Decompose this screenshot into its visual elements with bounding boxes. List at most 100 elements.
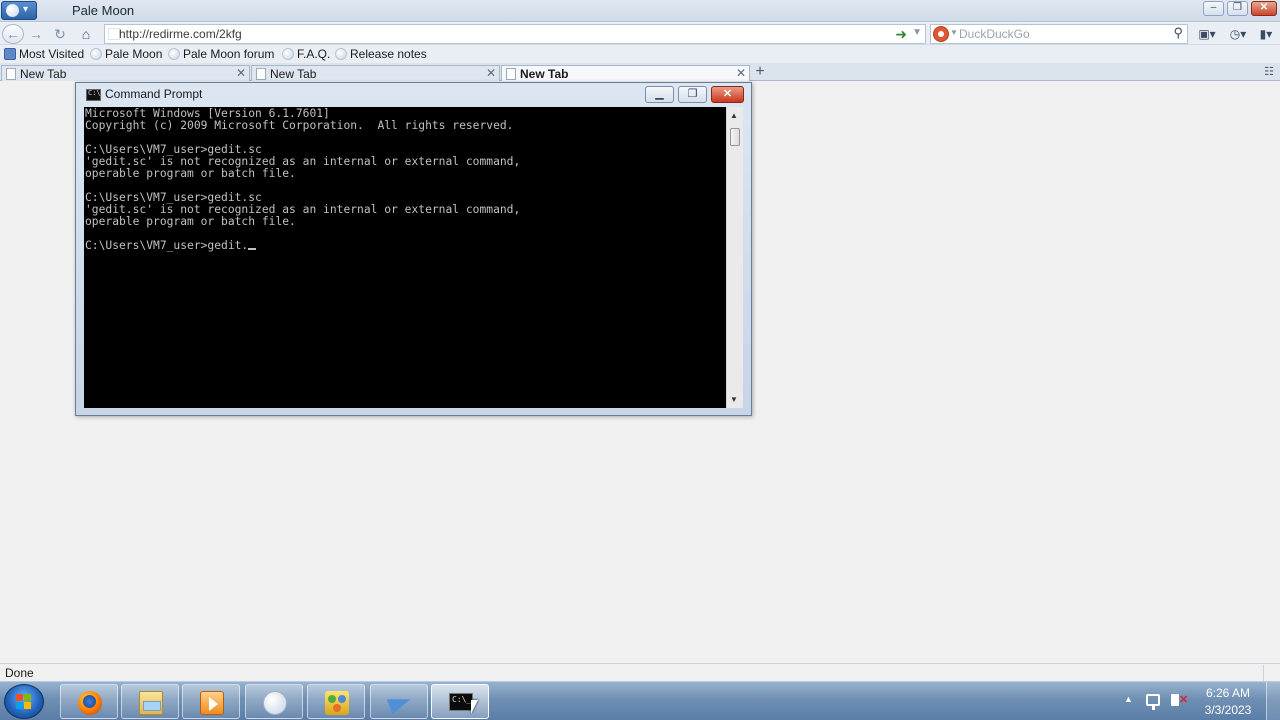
tab-list-icon[interactable]: ☷	[1264, 65, 1274, 78]
taskbar-item-media-player[interactable]	[182, 684, 240, 719]
bookmark-pale-moon[interactable]: Pale Moon	[89, 46, 162, 62]
close-tab-icon[interactable]: ✕	[736, 66, 746, 80]
maximize-button[interactable]: ❐	[1227, 1, 1248, 16]
console-scrollbar[interactable]: ▲ ▼	[726, 107, 743, 408]
volume-icon[interactable]	[1171, 694, 1179, 706]
new-tab-button[interactable]: +	[752, 64, 768, 80]
go-arrow-icon[interactable]: ➜	[895, 26, 907, 43]
pale-moon-icon	[90, 48, 102, 60]
console-output[interactable]: Microsoft Windows [Version 6.1.7601] Cop…	[84, 107, 726, 408]
bookmark-faq[interactable]: F.A.Q.	[281, 46, 330, 62]
show-desktop-button[interactable]	[1266, 682, 1280, 720]
bookmark-label: Pale Moon forum	[183, 47, 275, 61]
tab-label: New Tab	[270, 67, 317, 81]
command-prompt-window[interactable]: Command Prompt ▁ ❐ ✕ Microsoft Windows […	[75, 82, 752, 416]
taskbar: ▲ ✕ 6:26 AM 3/3/2023	[0, 681, 1280, 720]
bookmark-label: Most Visited	[19, 47, 85, 61]
url-input[interactable]	[119, 27, 879, 41]
window-title: Pale Moon	[72, 3, 135, 18]
mouse-pointer-icon	[471, 700, 478, 714]
firefox-icon	[78, 691, 102, 715]
status-text: Done	[5, 666, 34, 680]
tab-new-tab-1[interactable]: New Tab ✕	[1, 65, 250, 81]
back-button[interactable]: ←	[2, 24, 24, 44]
explorer-icon	[139, 691, 163, 715]
pale-moon-icon	[263, 691, 287, 715]
taskbar-item-pale-moon[interactable]	[245, 684, 303, 719]
plane-icon	[388, 691, 412, 715]
pale-moon-logo-icon	[6, 4, 19, 17]
status-pane	[1263, 665, 1279, 681]
bookmark-label: Release notes	[350, 47, 427, 61]
taskbar-item-command-prompt[interactable]	[431, 684, 489, 719]
url-dropdown-icon[interactable]: ▼	[912, 27, 922, 38]
close-tab-icon[interactable]: ✕	[236, 66, 246, 80]
command-prompt-title: Command Prompt	[105, 87, 203, 101]
network-icon[interactable]	[1146, 694, 1160, 710]
reload-button[interactable]: ↻	[50, 25, 70, 43]
pale-moon-icon	[168, 48, 180, 60]
taskbar-item-people[interactable]	[307, 684, 365, 719]
console-prompt-line[interactable]: C:\Users\VM7_user>gedit.	[85, 240, 725, 252]
console-line: operable program or batch file.	[85, 215, 296, 228]
pale-moon-icon	[335, 48, 347, 60]
bookmark-folder-icon	[4, 48, 16, 60]
scroll-down-icon[interactable]: ▼	[730, 395, 738, 404]
console-input[interactable]: C:\Users\VM7_user>gedit.	[85, 239, 248, 252]
taskbar-item-firefox[interactable]	[60, 684, 118, 719]
page-icon	[256, 68, 266, 80]
chevron-down-icon: ▾	[23, 4, 29, 15]
minimize-button[interactable]: ▁	[645, 86, 674, 103]
command-prompt-icon	[86, 89, 101, 101]
command-prompt-icon	[449, 693, 473, 711]
mute-indicator-icon: ✕	[1179, 694, 1189, 706]
bookmarks-menu-button[interactable]: ▣▾	[1194, 25, 1220, 43]
scroll-thumb[interactable]	[730, 128, 740, 146]
media-player-icon	[200, 691, 224, 715]
people-icon	[325, 691, 349, 715]
start-button[interactable]	[4, 684, 44, 719]
close-tab-icon[interactable]: ✕	[486, 66, 496, 80]
clock-date[interactable]: 3/3/2023	[1193, 703, 1263, 717]
forward-button[interactable]: →	[26, 25, 46, 43]
windows-logo-icon	[16, 694, 32, 710]
scroll-up-icon[interactable]: ▲	[730, 111, 738, 120]
clock-time[interactable]: 6:26 AM	[1193, 686, 1263, 700]
close-button[interactable]: ✕	[1251, 1, 1277, 16]
bookmark-most-visited[interactable]: Most Visited	[3, 46, 84, 62]
search-icon[interactable]: ⚲	[1173, 25, 1183, 41]
browser-title-bar: ▾ Pale Moon – ❐ ✕	[0, 0, 1280, 22]
show-hidden-icons-icon[interactable]: ▲	[1124, 694, 1133, 704]
overflow-menu-button[interactable]: ▮▾	[1256, 25, 1276, 43]
taskbar-item-plane[interactable]	[370, 684, 428, 719]
console-line: Copyright (c) 2009 Microsoft Corporation…	[85, 119, 514, 132]
text-cursor	[248, 248, 257, 250]
pale-moon-icon	[282, 48, 294, 60]
history-menu-button[interactable]: ◷▾	[1224, 25, 1252, 43]
taskbar-item-explorer[interactable]	[121, 684, 179, 719]
app-menu-button[interactable]: ▾	[1, 1, 37, 20]
console-line: operable program or batch file.	[85, 167, 296, 180]
maximize-button[interactable]: ❐	[678, 86, 707, 103]
tab-strip: New Tab ✕ New Tab ✕ New Tab ✕ + ☷	[0, 63, 1280, 81]
tab-new-tab-3[interactable]: New Tab ✕	[501, 65, 750, 81]
bookmark-release-notes[interactable]: Release notes	[334, 46, 427, 62]
bookmark-label: Pale Moon	[105, 47, 163, 61]
page-icon	[6, 68, 16, 80]
search-box[interactable]: ▼ ⚲	[930, 24, 1188, 44]
bookmarks-toolbar: Most Visited Pale Moon Pale Moon forum F…	[0, 45, 1280, 63]
navigation-bar: ← → ↻ ⌂ ➜ ▼ ▼ ⚲ ▣▾ ◷▾ ▮▾	[0, 23, 1280, 45]
status-bar: Done	[0, 663, 1280, 681]
chevron-down-icon[interactable]: ▼	[950, 28, 958, 37]
duckduckgo-icon[interactable]	[933, 26, 949, 42]
bookmark-pale-moon-forum[interactable]: Pale Moon forum	[167, 46, 274, 62]
tab-new-tab-2[interactable]: New Tab ✕	[251, 65, 500, 81]
search-input[interactable]	[959, 27, 1159, 41]
page-icon	[506, 68, 516, 80]
bookmark-label: F.A.Q.	[297, 47, 331, 61]
url-bar[interactable]: ➜ ▼	[104, 24, 926, 44]
home-button[interactable]: ⌂	[76, 25, 96, 43]
tab-label: New Tab	[520, 67, 569, 81]
close-button[interactable]: ✕	[711, 86, 744, 103]
minimize-button[interactable]: –	[1203, 1, 1224, 16]
